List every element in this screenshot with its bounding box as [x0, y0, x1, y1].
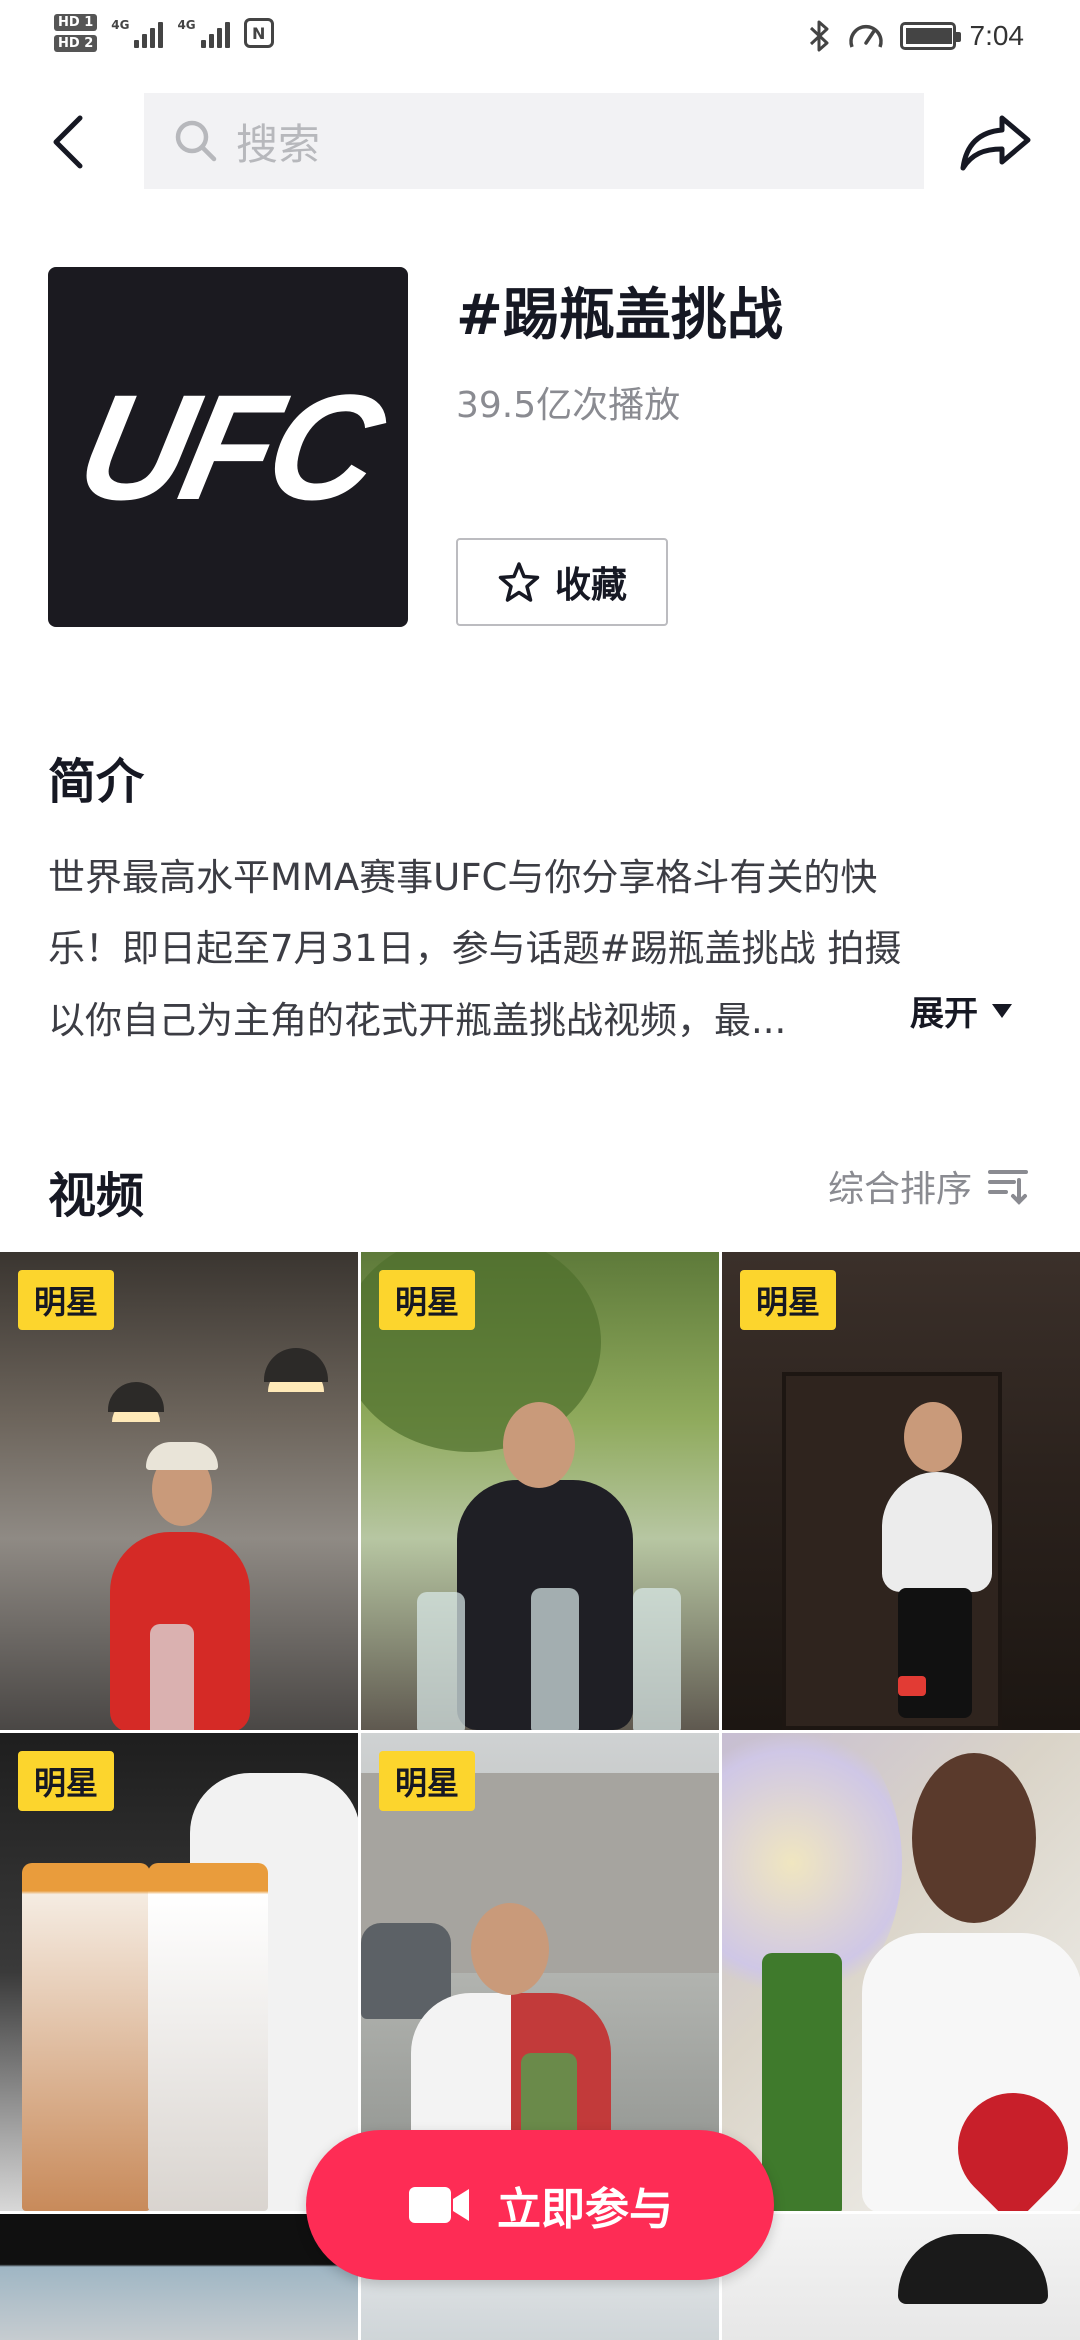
- share-arrow-icon: [960, 115, 1031, 171]
- bottle: [633, 1588, 681, 1730]
- cap: [146, 1442, 218, 1470]
- video-camera-icon: [409, 2187, 469, 2223]
- star-badge: 明星: [18, 1751, 114, 1811]
- intro-line-3: 以你自己为主角的花式开瓶盖挑战视频，最...: [48, 998, 787, 1042]
- expand-button[interactable]: 展开: [910, 986, 1014, 1035]
- videos-heading: 视频: [48, 1168, 145, 1224]
- video-tile[interactable]: [0, 2214, 358, 2340]
- topic-logo: UFC: [48, 267, 408, 627]
- star-badge: 明星: [379, 1270, 475, 1330]
- video-tile[interactable]: 明星: [722, 1252, 1080, 1730]
- person-head: [904, 1402, 962, 1472]
- search-icon: [175, 120, 217, 162]
- signal-icon: 4G: [111, 18, 164, 48]
- status-left: HD 1 HD 2 4G 4G N: [54, 14, 274, 52]
- video-tile[interactable]: [722, 2214, 1080, 2340]
- star-badge: 明星: [379, 1751, 475, 1811]
- milk-bottle: [148, 1863, 268, 2211]
- star-badge: 明星: [18, 1270, 114, 1330]
- favorite-label: 收藏: [554, 565, 627, 606]
- sort-button[interactable]: 综合排序: [828, 1160, 1030, 1212]
- status-bar: HD 1 HD 2 4G 4G N 7:04: [0, 0, 1080, 72]
- intro-line-1: 世界最高水平MMA赛事UFC与你分享格斗有关的快: [48, 856, 878, 899]
- bottle: [531, 1588, 579, 1730]
- hd-indicators: HD 1 HD 2: [54, 14, 98, 52]
- hd1-indicator: HD 1: [54, 14, 98, 31]
- star-badge: 明星: [740, 1270, 836, 1330]
- bottle: [150, 1624, 194, 1730]
- clock: 7:04: [969, 20, 1025, 51]
- tea-bottle: [22, 1863, 150, 2211]
- join-challenge-button[interactable]: 立即参与: [306, 2130, 774, 2280]
- search-input[interactable]: 搜索: [144, 93, 924, 189]
- red-bottle-cap: [898, 1676, 926, 1696]
- person-head: [471, 1903, 549, 1995]
- speed-icon: [848, 24, 883, 48]
- sort-label: 综合排序: [827, 1169, 972, 1210]
- video-tile[interactable]: 明星: [361, 1252, 719, 1730]
- person-white-shirt: [882, 1472, 992, 1592]
- person-head: [912, 1753, 1036, 1923]
- play-count: 39.5亿次播放: [456, 385, 681, 426]
- ceiling-lamp: [108, 1382, 164, 1412]
- nfc-icon: N: [243, 18, 274, 48]
- hd2-indicator: HD 2: [54, 35, 98, 52]
- person-legs: [898, 1588, 972, 1718]
- intro-text: 世界最高水平MMA赛事UFC与你分享格斗有关的快 乐！即日起至7月31日，参与话…: [48, 842, 1032, 1056]
- intro-line-2: 乐！即日起至7月31日，参与话题#踢瓶盖挑战 拍摄: [48, 927, 902, 971]
- person-head: [503, 1402, 575, 1488]
- status-right: 7:04: [808, 16, 1025, 56]
- star-outline-icon: [498, 562, 540, 602]
- video-tile[interactable]: 明星: [0, 1252, 358, 1730]
- favorite-button[interactable]: 收藏: [456, 538, 668, 626]
- green-bottle: [762, 1953, 842, 2211]
- black-cap: [898, 2234, 1048, 2304]
- intro-heading: 简介: [48, 754, 145, 810]
- bluetooth-icon: [809, 20, 828, 52]
- share-button[interactable]: [954, 100, 1038, 184]
- ceiling-lamp-2: [264, 1348, 328, 1382]
- topic-title: #踢瓶盖挑战: [456, 283, 783, 348]
- triangle-down-icon: [992, 1003, 1012, 1018]
- expand-label: 展开: [910, 994, 978, 1034]
- battery-icon: [899, 22, 961, 50]
- bottle: [417, 1592, 465, 1730]
- signal-icon-2: 4G: [177, 18, 230, 48]
- back-button[interactable]: [40, 104, 96, 180]
- topic-logo-text: UFC: [65, 362, 392, 531]
- search-placeholder: 搜索: [236, 119, 321, 169]
- network-type-2: 4G: [177, 18, 196, 32]
- video-tile[interactable]: [722, 1733, 1080, 2211]
- chevron-left-icon: [53, 115, 83, 169]
- join-challenge-label: 立即参与: [497, 2184, 673, 2235]
- video-tile[interactable]: 明星: [0, 1733, 358, 2211]
- network-type-1: 4G: [111, 18, 130, 32]
- sort-filter-icon: [988, 1170, 1028, 1205]
